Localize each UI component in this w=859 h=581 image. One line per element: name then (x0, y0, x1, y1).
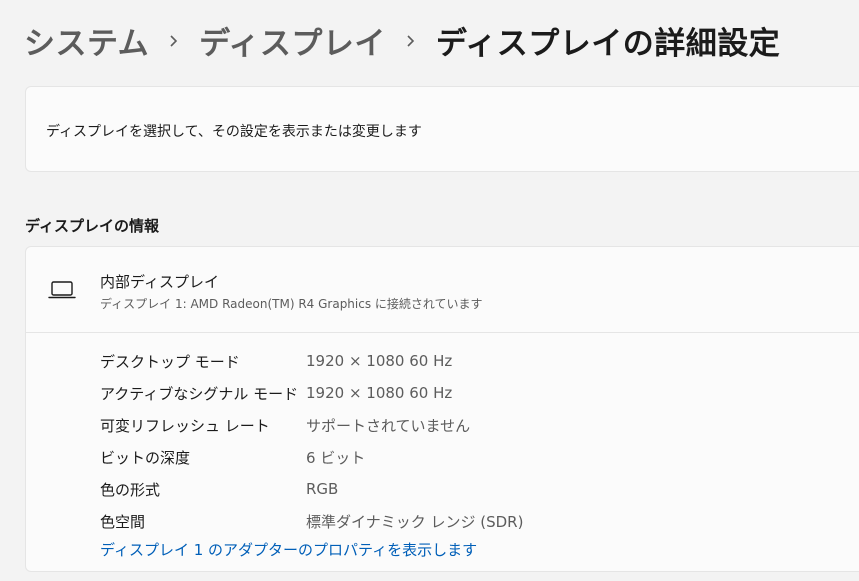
info-label: ビットの深度 (100, 448, 191, 467)
display-subtitle: ディスプレイ 1: AMD Radeon(TM) R4 Graphics に接続… (100, 297, 483, 311)
info-label: 色の形式 (100, 480, 161, 499)
display-info-rows: デスクトップ モード 1920 × 1080 60 Hz アクティブなシグナル … (100, 345, 523, 537)
info-value: RGB (306, 480, 339, 498)
display-name: 内部ディスプレイ (100, 273, 219, 291)
chevron-right-icon (386, 34, 436, 48)
breadcrumb-item-system[interactable]: システム (24, 18, 149, 63)
breadcrumb-item-display[interactable]: ディスプレイ (199, 18, 386, 63)
info-row-color-format: 色の形式 RGB (100, 473, 523, 505)
info-row-variable-refresh-rate: 可変リフレッシュ レート サポートされていません (100, 409, 523, 441)
page-title: ディスプレイの詳細設定 (435, 26, 781, 62)
info-row-color-space: 色空間 標準ダイナミック レンジ (SDR) (100, 505, 523, 537)
info-label: アクティブなシグナル モード (100, 384, 299, 403)
display-select-card[interactable]: ディスプレイを選択して、その設定を表示または変更します (25, 86, 859, 172)
chevron-right-icon (149, 34, 199, 48)
info-value: 1920 × 1080 60 Hz (306, 384, 453, 402)
info-row-desktop-mode: デスクトップ モード 1920 × 1080 60 Hz (100, 345, 523, 377)
info-label: 色空間 (100, 512, 146, 531)
info-label: デスクトップ モード (100, 352, 240, 371)
section-title-display-info: ディスプレイの情報 (25, 217, 159, 235)
display-info-header: 内部ディスプレイ ディスプレイ 1: AMD Radeon(TM) R4 Gra… (26, 247, 859, 333)
adapter-properties-link[interactable]: ディスプレイ 1 のアダプターのプロパティを表示します (100, 539, 477, 560)
laptop-icon (48, 280, 76, 300)
info-value: 標準ダイナミック レンジ (SDR) (306, 512, 524, 531)
info-value: サポートされていません (306, 416, 471, 435)
info-label: 可変リフレッシュ レート (100, 416, 270, 435)
info-row-active-signal-mode: アクティブなシグナル モード 1920 × 1080 60 Hz (100, 377, 523, 409)
info-value: 6 ビット (306, 448, 366, 467)
breadcrumb: システム ディスプレイ ディスプレイの詳細設定 (24, 18, 780, 63)
info-row-bit-depth: ビットの深度 6 ビット (100, 441, 523, 473)
display-select-text: ディスプレイを選択して、その設定を表示または変更します (46, 124, 422, 140)
info-value: 1920 × 1080 60 Hz (306, 352, 453, 370)
display-info-card: 内部ディスプレイ ディスプレイ 1: AMD Radeon(TM) R4 Gra… (25, 246, 859, 572)
